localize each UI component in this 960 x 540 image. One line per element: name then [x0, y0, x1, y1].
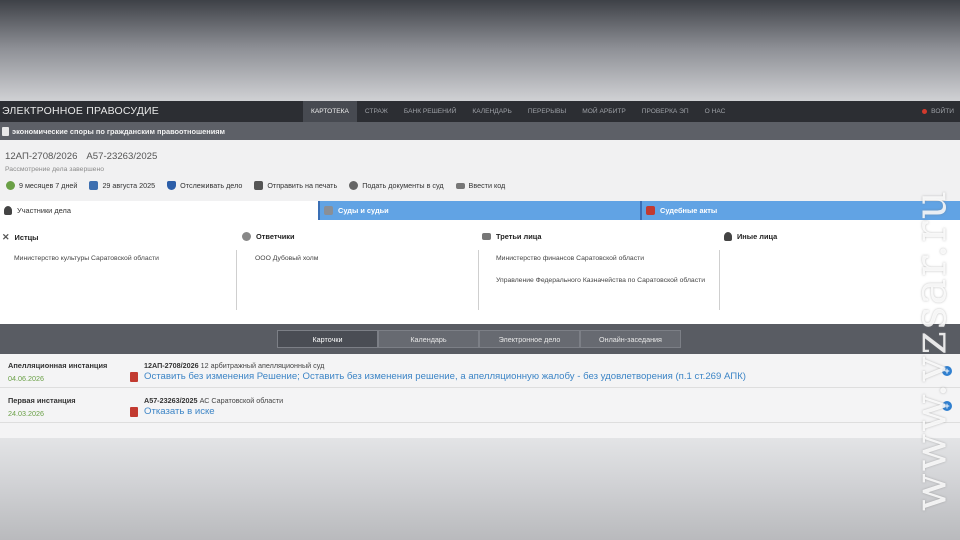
instance-case: 12АП-2708/2026 12 арбитражный апелляцион…: [144, 361, 324, 370]
case-actions: 9 месяцев 7 дней 29 августа 2025 Отслежи…: [6, 181, 505, 190]
building-icon: [482, 233, 491, 240]
instance-case-number: 12АП-2708/2026: [144, 361, 199, 370]
pdf-icon: [130, 406, 138, 417]
pdf-icon: [130, 371, 138, 382]
tab-online-hearings[interactable]: Онлайн-заседания: [580, 330, 681, 348]
case-number-first: А57-23263/2025: [86, 151, 158, 162]
plus-circle-icon: [349, 181, 359, 190]
main-menu: КАРТОТЕКА СТРАЖ БАНК РЕШЕНИЙ КАЛЕНДАРЬ П…: [303, 101, 733, 122]
tab-calendar[interactable]: Календарь: [378, 330, 479, 348]
menu-item-moy-arbitr[interactable]: МОЙ АРБИТР: [574, 101, 633, 122]
case-numbers: 12АП-2708/2026 А57-23263/2025: [5, 151, 157, 162]
user-icon: [4, 206, 12, 215]
tab-participants[interactable]: Участники дела: [0, 201, 318, 220]
view-tabs: Карточки Календарь Электронное дело Онла…: [277, 330, 681, 348]
other-parties-heading: Иные лица: [724, 232, 777, 241]
tab-participants-label: Участники дела: [17, 206, 71, 215]
defendants-column: Ответчики ООО Дубовый холм: [237, 220, 478, 312]
shield-icon: [242, 232, 251, 241]
instance-decision-link[interactable]: Оставить без изменения Решение; Оставить…: [130, 371, 746, 382]
third-parties-column: Третьи лица Министерство финансов Сарато…: [479, 220, 719, 312]
menu-item-bank-resheniy[interactable]: БАНК РЕШЕНИЙ: [396, 101, 465, 122]
third-party-item: Управление Федерального Казначейства по …: [496, 277, 706, 284]
top-nav: ЭЛЕКТРОННОЕ ПРАВОСУДИЕ КАРТОТЕКА СТРАЖ Б…: [0, 101, 960, 122]
instance-row: Апелляционная инстанция 04.06.2026 12АП-…: [0, 354, 960, 388]
category-bar: экономические споры по гражданским право…: [0, 122, 960, 140]
defendants-list: ООО Дубовый холм: [255, 253, 318, 275]
instance-decision-text: Оставить без изменения Решение; Оставить…: [144, 371, 746, 382]
clock-icon: [6, 181, 15, 190]
instances-list: Апелляционная инстанция 04.06.2026 12АП-…: [0, 354, 960, 438]
menu-item-about[interactable]: О НАС: [697, 101, 734, 122]
printer-icon: [254, 181, 264, 190]
instance-date: 24.03.2026: [8, 409, 44, 418]
login-label: ВОЙТИ: [931, 108, 954, 115]
instance-decision-text: Отказать в иске: [144, 406, 215, 417]
instance-title: Апелляционная инстанция: [8, 361, 108, 370]
case-panel: 12АП-2708/2026 А57-23263/2025 Рассмотрен…: [0, 140, 960, 324]
instance-date: 04.06.2026: [8, 374, 44, 383]
instance-court: 12 арбитражный апелляционный суд: [200, 361, 325, 370]
plaintiffs-heading: ✕ Истцы: [2, 232, 39, 242]
instance-row: Первая инстанция 24.03.2026 А57-23263/20…: [0, 389, 960, 423]
duration-label: 9 месяцев 7 дней: [19, 181, 78, 190]
case-number-appeal: 12АП-2708/2026: [5, 151, 78, 162]
background-fade: [0, 438, 960, 540]
tab-electronic-case[interactable]: Электронное дело: [479, 330, 580, 348]
tab-courts[interactable]: Суды и судьи: [318, 201, 640, 220]
duration-info: 9 месяцев 7 дней: [6, 181, 77, 190]
watermark-text: www.vzsar.ru: [905, 188, 957, 512]
start-date-label: 29 августа 2025: [102, 181, 156, 190]
tab-acts-label: Судебные акты: [660, 206, 718, 215]
court-icon: [324, 206, 333, 215]
brand-logo[interactable]: ЭЛЕКТРОННОЕ ПРАВОСУДИЕ: [2, 105, 159, 117]
case-tabs: Участники дела Суды и судьи Судебные акт…: [0, 201, 960, 220]
menu-item-calendar[interactable]: КАЛЕНДАРЬ: [464, 101, 519, 122]
instance-decision-link[interactable]: Отказать в иске: [130, 406, 215, 417]
menu-item-proverka-ep[interactable]: ПРОВЕРКА ЭП: [634, 101, 697, 122]
defendants-heading: Ответчики: [242, 232, 295, 241]
plaintiff-item: Министерство культуры Саратовской област…: [14, 255, 159, 262]
track-case-label: Отслеживать дело: [180, 181, 243, 190]
power-icon: [922, 109, 928, 114]
start-date-info: 29 августа 2025: [89, 181, 155, 190]
user-icon: [724, 232, 732, 241]
submit-documents-button[interactable]: Подать документы в суд: [349, 181, 444, 190]
print-button[interactable]: Отправить на печать: [254, 181, 337, 190]
site-watermark: www.vzsar.ru: [906, 176, 957, 524]
keyboard-icon: [455, 182, 465, 189]
tab-courts-label: Суды и судьи: [338, 206, 389, 215]
menu-item-kartoteka[interactable]: КАРТОТЕКА: [303, 101, 357, 122]
instance-case-number: А57-23263/2025: [144, 396, 198, 405]
calendar-icon: [89, 181, 99, 190]
enter-code-label: Ввести код: [468, 181, 506, 190]
document-icon: [2, 126, 9, 136]
scales-icon: ✕: [2, 232, 10, 242]
login-link[interactable]: ВОЙТИ: [922, 101, 954, 122]
menu-item-pereryvy[interactable]: ПЕРЕРЫВЫ: [520, 101, 574, 122]
instance-court: АС Саратовской области: [199, 396, 284, 405]
plaintiffs-list: Министерство культуры Саратовской област…: [14, 253, 159, 275]
enter-code-button[interactable]: Ввести код: [455, 181, 506, 190]
pdf-icon: [646, 206, 655, 215]
instance-title: Первая инстанция: [8, 396, 76, 405]
menu-item-strazh[interactable]: СТРАЖ: [357, 101, 396, 122]
track-case-button[interactable]: Отслеживать дело: [167, 181, 242, 190]
third-party-item: Министерство финансов Саратовской област…: [496, 255, 645, 262]
defendant-item: ООО Дубовый холм: [255, 255, 319, 262]
tab-cards[interactable]: Карточки: [277, 330, 378, 348]
third-parties-heading: Третьи лица: [482, 232, 542, 241]
shield-icon: [167, 181, 177, 190]
participants-section: ✕ Истцы Министерство культуры Саратовско…: [0, 220, 960, 324]
instance-case: А57-23263/2025 АС Саратовской области: [144, 396, 283, 405]
plaintiffs-column: ✕ Истцы Министерство культуры Саратовско…: [0, 220, 236, 312]
view-switcher-bar: Карточки Календарь Электронное дело Онла…: [0, 324, 960, 354]
submit-documents-label: Подать документы в суд: [362, 181, 444, 190]
category-label: экономические споры по гражданским право…: [12, 126, 226, 136]
third-parties-list: Министерство финансов Саратовской област…: [496, 253, 711, 297]
case-header: 12АП-2708/2026 А57-23263/2025 Рассмотрен…: [0, 140, 960, 201]
print-label: Отправить на печать: [267, 181, 338, 190]
case-status: Рассмотрение дела завершено: [5, 166, 104, 173]
